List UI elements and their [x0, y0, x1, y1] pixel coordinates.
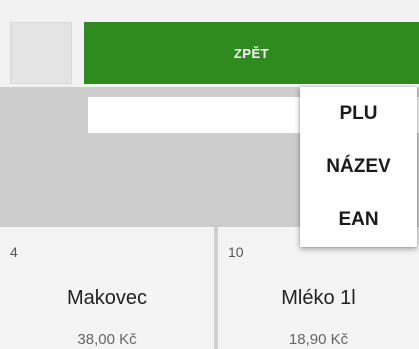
product-price: 18,90 Kč: [288, 331, 349, 348]
empty-tile-button[interactable]: [10, 22, 72, 84]
top-bar: ZPĚT: [0, 0, 419, 87]
menu-item-name[interactable]: NÁZEV: [300, 140, 417, 193]
menu-item-ean[interactable]: EAN: [300, 193, 417, 246]
product-plu: 4: [10, 244, 18, 260]
search-mode-dropdown: PLU NÁZEV EAN: [300, 87, 417, 247]
product-name: Makovec: [66, 287, 148, 309]
product-tile[interactable]: 4 Makovec 38,00 Kč: [0, 227, 214, 349]
back-button[interactable]: ZPĚT: [84, 22, 419, 84]
product-price: 38,00 Kč: [77, 331, 137, 348]
product-name: Mléko 1l: [281, 287, 356, 309]
pos-screen: ZPĚT 4 Makovec 38,00 Kč 10 Mléko 1l 18,9…: [0, 0, 419, 349]
menu-item-plu[interactable]: PLU: [300, 87, 417, 140]
product-plu: 10: [228, 244, 244, 260]
